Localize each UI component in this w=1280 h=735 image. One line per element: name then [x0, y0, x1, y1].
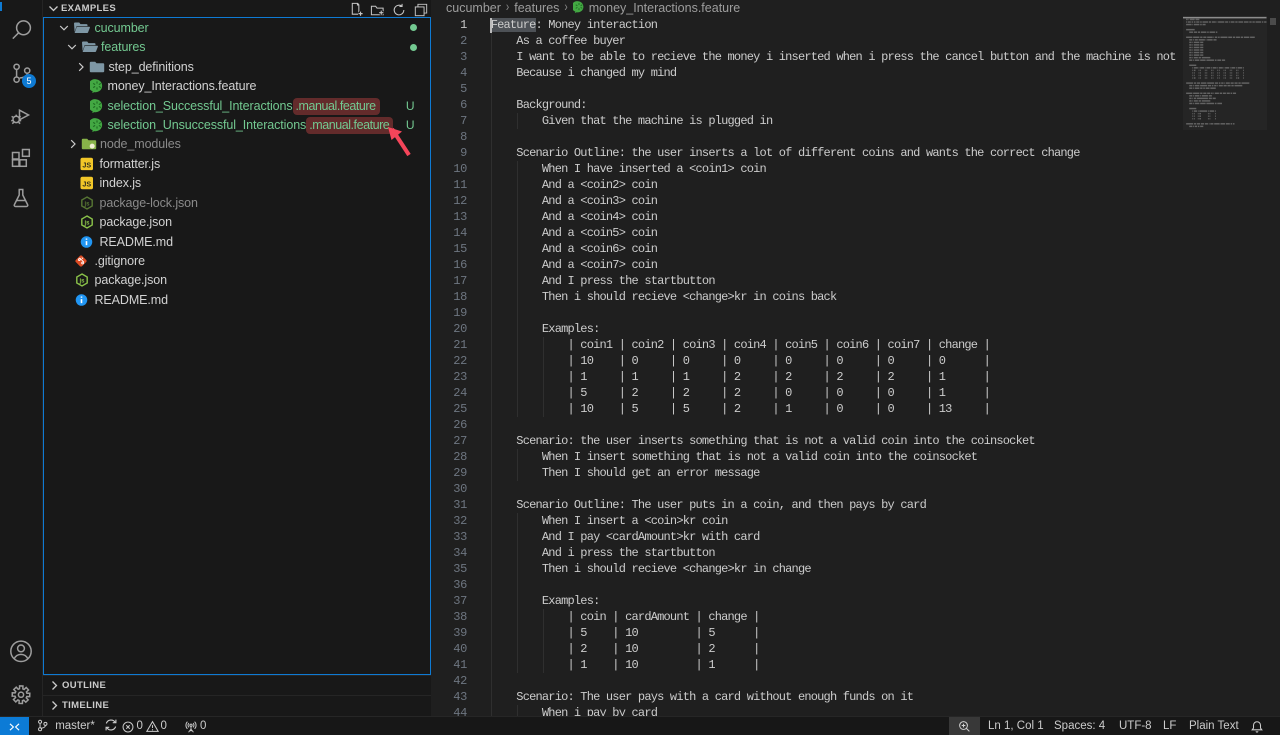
svg-text:js: js — [78, 279, 85, 285]
svg-text:js: js — [83, 221, 90, 227]
svg-text:JS: JS — [82, 180, 91, 189]
svg-text:js: js — [83, 201, 90, 207]
svg-text:JS: JS — [82, 160, 91, 169]
